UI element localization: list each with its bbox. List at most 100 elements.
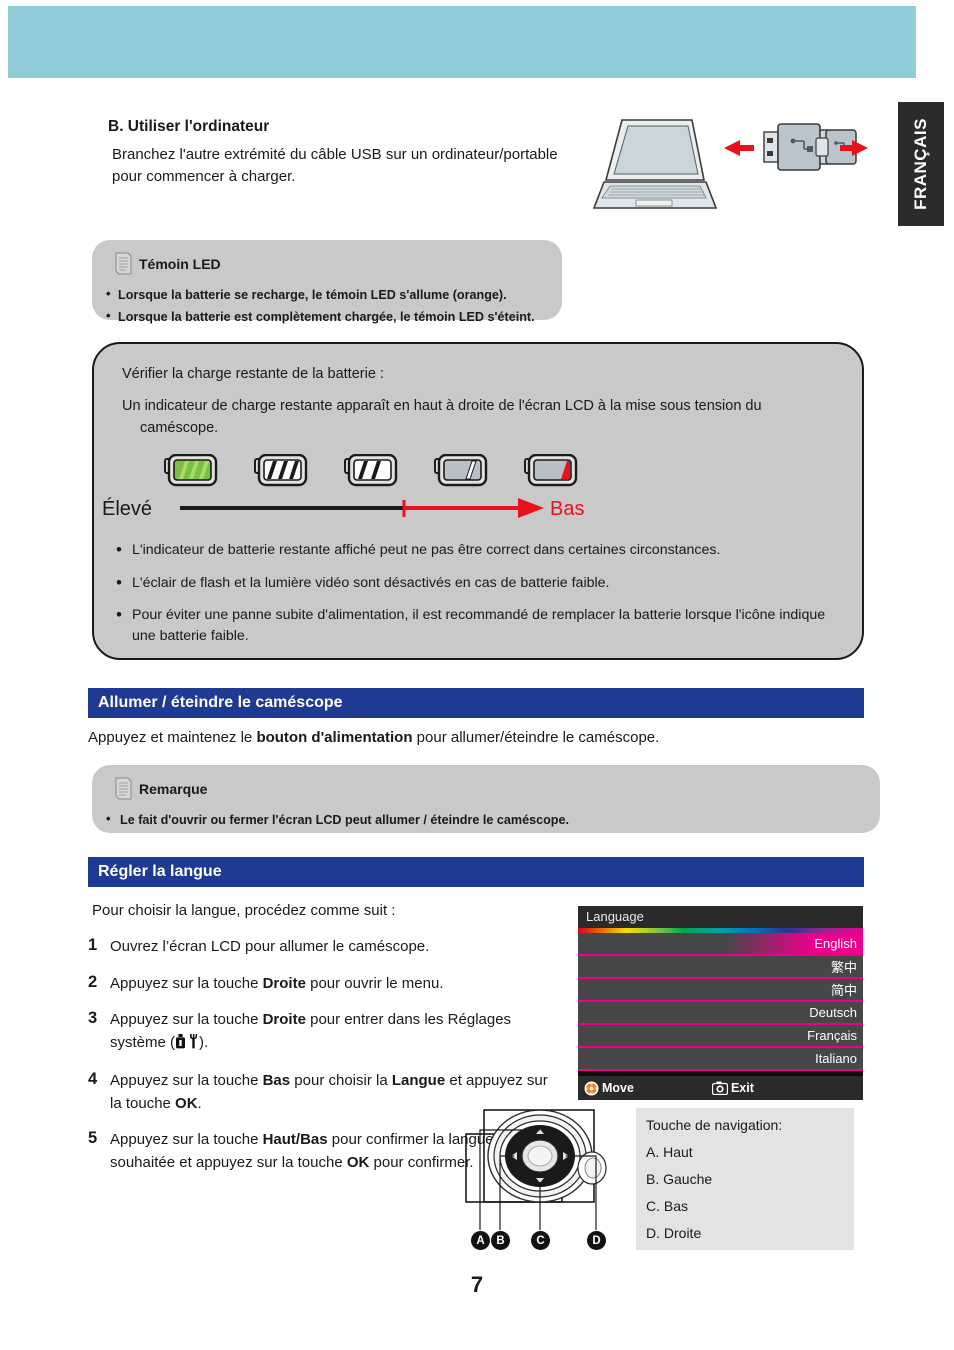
document-icon (115, 252, 132, 275)
osd-move-label: Move (602, 1081, 634, 1095)
section-bar-power: Allumer / éteindre le caméscope (88, 688, 864, 718)
navigation-legend-item: C. Bas (646, 1198, 689, 1214)
power-paragraph-pre: Appuyez et maintenez le (88, 729, 257, 746)
navigation-legend-title: Touche de navigation: (646, 1117, 783, 1133)
system-tool-icon (176, 1033, 186, 1048)
battery-bullet-list: L'indicateur de batterie restante affich… (108, 538, 850, 658)
section-b-body: Branchez l'autre extrémité du câble USB … (112, 146, 558, 185)
battery-bullet: Pour éviter une panne subite d'alimentat… (108, 603, 850, 646)
camera-icon (711, 1081, 728, 1095)
section-bar-language-label: Régler la langue (98, 863, 222, 880)
navigation-ring-figure: A B C D (452, 1106, 638, 1252)
system-settings-icons (175, 1033, 199, 1057)
language-step: 3 Appuyez sur la touche Droite pour entre… (88, 1009, 558, 1056)
note-header: Témoin LED (92, 240, 562, 278)
language-step-number: 3 (88, 1009, 98, 1027)
battery-bullet: L'éclair de flash et la lumière vidéo so… (108, 571, 850, 595)
note-list: Lorsque la batterie se recharge, le témo… (92, 278, 562, 340)
language-step-number: 5 (88, 1129, 98, 1147)
osd-exit-control[interactable]: Exit (711, 1081, 754, 1095)
osd-language-label: 简中 (830, 983, 857, 998)
battery-indicator-text: Un indicateur de charge restante apparaî… (122, 398, 762, 414)
note-title: Témoin LED (139, 256, 221, 272)
manual-page: FRANÇAIS B. Utiliser l'ordinateur Branch… (0, 0, 954, 1350)
note-list: Le fait d'ouvrir ou fermer l'écran LCD p… (92, 803, 880, 843)
note-item: Lorsque la batterie est complètement cha… (100, 305, 544, 328)
language-step-number: 1 (88, 936, 98, 954)
header-band (8, 6, 916, 78)
language-step-emphasis: Bas (262, 1072, 291, 1089)
osd-language-row[interactable]: Italiano (578, 1048, 863, 1071)
osd-language-label: English (814, 936, 857, 951)
battery-check-line: Vérifier la charge restante de la batter… (122, 366, 384, 382)
battery-level-icon-row (164, 454, 578, 488)
note-title: Remarque (139, 781, 208, 797)
language-step-emphasis: Langue (391, 1072, 446, 1089)
section-bar-language: Régler la langue (88, 857, 864, 887)
language-side-tab-label: FRANÇAIS (911, 118, 930, 210)
language-step-text: Ouvrez l’écran LCD pour allumer le camés… (110, 938, 430, 955)
osd-language-screen: Language English 繁中 简中 Deutsch Français Itali… (578, 906, 863, 1100)
battery-half-icon (344, 454, 398, 487)
language-step-emphasis: Droite (262, 974, 306, 992)
note-item: Le fait d'ouvrir ou fermer l'écran LCD p… (100, 808, 862, 831)
language-step-text: Appuyez sur la touche Droite pour ouvrir… (110, 974, 444, 992)
battery-empty-icon (524, 454, 578, 487)
battery-indicator-line: Un indicateur de charge restante apparaî… (122, 396, 840, 440)
navigation-legend-item: B. Gauche (646, 1171, 713, 1187)
osd-row-list: English 繁中简中 Deutsch Français Italiano (578, 933, 863, 1071)
power-paragraph-post: pour allumer/éteindre le caméscope. (412, 729, 660, 746)
language-step-emphasis: OK (175, 1094, 198, 1112)
battery-info-panel: Vérifier la charge restante de la batter… (92, 342, 864, 660)
callout-b: B (491, 1231, 510, 1250)
section-bar-power-label: Allumer / éteindre le caméscope (98, 694, 343, 711)
section-b-heading: B. Utiliser l'ordinateur (108, 118, 270, 135)
navigation-legend: Touche de navigation: A. Haut B. Gauche … (636, 1108, 854, 1250)
language-step: 2 Appuyez sur la touche Droite pour ouvri… (88, 973, 558, 996)
document-icon (115, 777, 132, 800)
callout-a: A (471, 1231, 490, 1250)
note-item: Lorsque la batterie se recharge, le témo… (100, 283, 544, 306)
osd-language-label: Français (807, 1028, 857, 1043)
osd-footer: Move Exit (578, 1076, 863, 1100)
power-paragraph-bold: bouton d'alimentation (256, 729, 413, 746)
battery-low-icon (434, 454, 488, 487)
laptop-icon (592, 119, 718, 209)
language-intro: Pour choisir la langue, procédez comme s… (92, 902, 396, 919)
navigation-legend-item: D. Droite (646, 1225, 702, 1241)
language-step-number: 2 (88, 972, 98, 991)
note-header: Remarque (92, 765, 880, 803)
note-box-led: Témoin LED Lorsque la batterie se rechar… (92, 240, 562, 328)
note-box-remark: Remarque Le fait d'ouvrir ou fermer l'éc… (92, 765, 880, 833)
usb-a-connector-icon (763, 123, 821, 171)
arrow-left-icon (724, 140, 754, 156)
osd-move-control[interactable]: Move (584, 1081, 634, 1096)
battery-full-icon (164, 454, 218, 487)
language-step-emphasis: Haut/Bas (262, 1131, 328, 1148)
battery-three-quarter-icon (254, 454, 308, 487)
osd-language-row[interactable]: Deutsch (578, 1002, 863, 1025)
laptop-usb-illustration (588, 108, 868, 226)
osd-language-row[interactable]: English (578, 933, 863, 956)
language-step-number: 4 (88, 1070, 98, 1088)
wrench-icon (190, 1033, 198, 1048)
scale-arrowhead-icon (518, 498, 544, 518)
osd-language-row[interactable]: 简中 (578, 979, 863, 1002)
osd-exit-label: Exit (730, 1081, 754, 1095)
osd-language-label: 繁中 (830, 960, 857, 975)
osd-language-row[interactable]: Français (578, 1025, 863, 1048)
language-step-emphasis: Droite (262, 1011, 306, 1028)
osd-language-row[interactable]: 繁中 (578, 956, 863, 979)
dpad-icon (584, 1081, 599, 1095)
language-step: 1 Ouvrez l’écran LCD pour allumer le camé… (88, 936, 558, 959)
section-b: B. Utiliser l'ordinateur Branchez l'autr… (108, 118, 578, 188)
osd-language-label: Deutsch (809, 1005, 857, 1020)
power-paragraph: Appuyez et maintenez le bouton d'aliment… (88, 729, 868, 746)
language-step-emphasis: OK (346, 1153, 370, 1171)
language-step-text: Appuyez sur la touche Droite pour entrer… (110, 1009, 558, 1056)
navigation-legend-item: A. Haut (646, 1144, 693, 1160)
callout-c: C (531, 1231, 550, 1250)
battery-scale: Élevé Bas (102, 492, 862, 536)
osd-language-label: Italiano (815, 1051, 857, 1066)
language-side-tab: FRANÇAIS (898, 102, 944, 226)
